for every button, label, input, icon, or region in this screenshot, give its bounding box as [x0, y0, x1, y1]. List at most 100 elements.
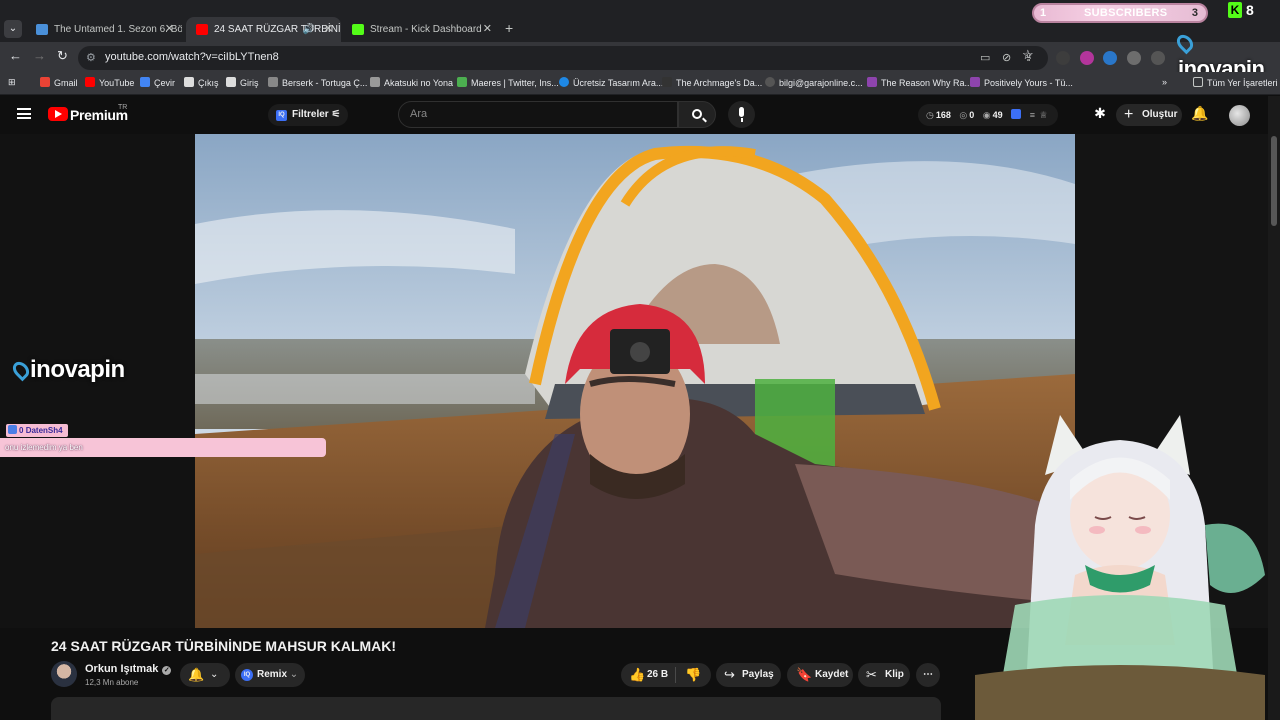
scrollbar-thumb[interactable]: [1271, 136, 1277, 226]
page-icon: [184, 77, 194, 87]
extension-1-icon[interactable]: [1056, 51, 1070, 65]
subscribers-goal-widget: 1 SUBSCRIBERS 3: [1032, 3, 1208, 23]
country-code: TR: [118, 104, 128, 111]
more-icon: ⋯: [923, 669, 933, 680]
new-tab-button[interactable]: +: [505, 20, 513, 36]
search-input[interactable]: Ara: [398, 101, 678, 128]
bookmark-bilgi[interactable]: bilgi@garajonline.c...: [765, 77, 863, 88]
menu-icon[interactable]: [17, 108, 31, 119]
tab-search-button[interactable]: ⌄: [4, 20, 22, 38]
reload-icon[interactable]: ↻: [57, 48, 68, 64]
clock-icon: ◷: [926, 110, 934, 120]
page-icon: [559, 77, 569, 87]
chat-message: onu izlemedim ya ben: [0, 438, 326, 457]
bookmark-akatsuki[interactable]: Akatsuki no Yona: [370, 77, 453, 88]
page-icon: [226, 77, 236, 87]
gmail-icon: [40, 77, 50, 87]
more-actions-button[interactable]: ⋯: [916, 663, 940, 687]
all-bookmarks[interactable]: Tüm Yer İşaretleri: [1193, 77, 1278, 88]
page-icon: [662, 77, 672, 87]
gear-icon[interactable]: ✱: [1091, 104, 1109, 122]
tab-youtube-video[interactable]: 24 SAAT RÜZGAR TÜRBİNİNDE 🔊 ✕: [186, 17, 341, 42]
bookmark-star-icon[interactable]: ☆: [1022, 47, 1034, 63]
notifications-bell-icon[interactable]: 🔔: [1191, 104, 1209, 122]
close-icon[interactable]: ✕: [483, 17, 492, 42]
video-title: 24 SAAT RÜZGAR TÜRBİNİNDE MAHSUR KALMAK!: [51, 638, 397, 654]
search-button[interactable]: [678, 101, 716, 128]
bookmark-cevir[interactable]: Çevir: [140, 77, 175, 88]
bookmark-archmage[interactable]: The Archmage's Da...: [662, 77, 762, 88]
bookmark-youtube[interactable]: YouTube: [85, 77, 134, 88]
extension-icon: IQ: [241, 669, 253, 681]
plus-icon: +: [1124, 106, 1134, 123]
inovapin-watermark: inovapin: [9, 356, 125, 384]
save-button[interactable]: 🔖 Kaydet: [787, 663, 853, 687]
share-icon: ↪: [724, 667, 735, 682]
close-icon[interactable]: ✕: [165, 17, 174, 42]
close-icon[interactable]: ✕: [324, 17, 333, 42]
scissors-icon: ✂: [866, 667, 877, 682]
subscriber-count: 12,3 Mn abone: [85, 678, 139, 687]
share-button[interactable]: ↪ Paylaş: [716, 663, 781, 687]
eye-icon: ◉: [982, 110, 991, 120]
views-icon: ◎: [959, 110, 968, 120]
youtube-logo-icon[interactable]: [48, 107, 68, 121]
speaker-icon[interactable]: 🔊: [303, 17, 315, 42]
like-icon[interactable]: 👍: [629, 663, 645, 687]
bookmark-cikis[interactable]: Çıkış: [184, 77, 219, 88]
page-scrollbar[interactable]: [1268, 96, 1280, 720]
page-icon: [370, 77, 380, 87]
url-text[interactable]: youtube.com/watch?v=ciIbLYTnen8: [105, 51, 279, 63]
folder-icon: [1193, 77, 1203, 87]
apps-icon[interactable]: ⊞: [8, 77, 16, 88]
globe-icon: [765, 77, 775, 87]
bookmark-berserk[interactable]: Berserk - Tortuga Ç...: [268, 77, 367, 88]
hide-icon[interactable]: ⊘: [1002, 51, 1011, 64]
page-icon: [268, 77, 278, 87]
tab-title: Stream - Kick Dashboard: [370, 24, 482, 35]
address-bar[interactable]: ⚙ youtube.com/watch?v=ciIbLYTnen8 ▭ ⊘ ⇪: [78, 46, 1048, 70]
back-icon[interactable]: ←: [9, 48, 22, 63]
kick-viewer-widget: K 8: [1228, 2, 1268, 20]
voice-search-button[interactable]: [728, 101, 755, 128]
cast-icon[interactable]: ▭: [980, 51, 990, 64]
channel-avatar[interactable]: [51, 661, 77, 687]
bookmark-reason[interactable]: The Reason Why Ra...: [867, 77, 972, 88]
tab-untamed[interactable]: The Untamed 1. Sezon 6. Bölüm ✕: [26, 17, 182, 42]
site-info-icon[interactable]: ⚙: [86, 51, 96, 64]
tab-kick-dashboard[interactable]: Stream - Kick Dashboard ✕: [342, 17, 500, 42]
extension-4-icon[interactable]: [1127, 51, 1141, 65]
extension-3-icon[interactable]: [1103, 51, 1117, 65]
filters-button[interactable]: IQ Filtreler ⚟: [268, 104, 349, 126]
chat-badge-icon: [8, 425, 17, 434]
subscription-bell-button[interactable]: 🔔 ⌄: [180, 663, 230, 687]
chevron-down-icon: ⌄: [210, 669, 219, 680]
description-box[interactable]: [51, 697, 941, 720]
list-icon: ≡: [1029, 110, 1035, 120]
extension-stats[interactable]: ◷ 168 ◎ 0 ◉ 49 ≡ ♕: [918, 104, 1058, 126]
dislike-icon[interactable]: 👎: [685, 663, 701, 687]
bookmark-positively[interactable]: Positively Yours - Tü...: [970, 77, 1073, 88]
bookmark-ucretsiz[interactable]: Ücretsiz Tasarım Ara...: [559, 77, 663, 88]
extension-2-icon[interactable]: [1080, 51, 1094, 65]
bookmark-gmail[interactable]: Gmail: [40, 77, 78, 88]
like-count[interactable]: 26 B: [647, 663, 668, 687]
location-pin-icon: [9, 358, 33, 382]
divider: [675, 667, 676, 683]
create-button[interactable]: + Oluştur: [1116, 104, 1182, 126]
like-dislike-group[interactable]: 👍 26 B 👎: [621, 663, 711, 687]
location-pin-icon: [1173, 31, 1197, 55]
video-player[interactable]: [195, 134, 1075, 628]
extension-5-icon[interactable]: [1151, 51, 1165, 65]
more-bookmarks-icon[interactable]: »: [1162, 77, 1167, 87]
extension-icon: IQ: [276, 110, 287, 121]
account-avatar[interactable]: [1229, 105, 1250, 126]
bookmark-giris[interactable]: Giriş: [226, 77, 259, 88]
remix-button[interactable]: IQ Remix ⌄: [235, 663, 305, 687]
page-icon: [867, 77, 877, 87]
channel-name[interactable]: Orkun Işıtmak ✓: [85, 663, 172, 675]
clip-button[interactable]: ✂ Klip: [858, 663, 910, 687]
bookmark-maeres[interactable]: Maeres | Twitter, Ins...: [457, 77, 559, 88]
tab-favicon-icon: [36, 24, 48, 35]
forward-icon[interactable]: →: [33, 48, 46, 63]
